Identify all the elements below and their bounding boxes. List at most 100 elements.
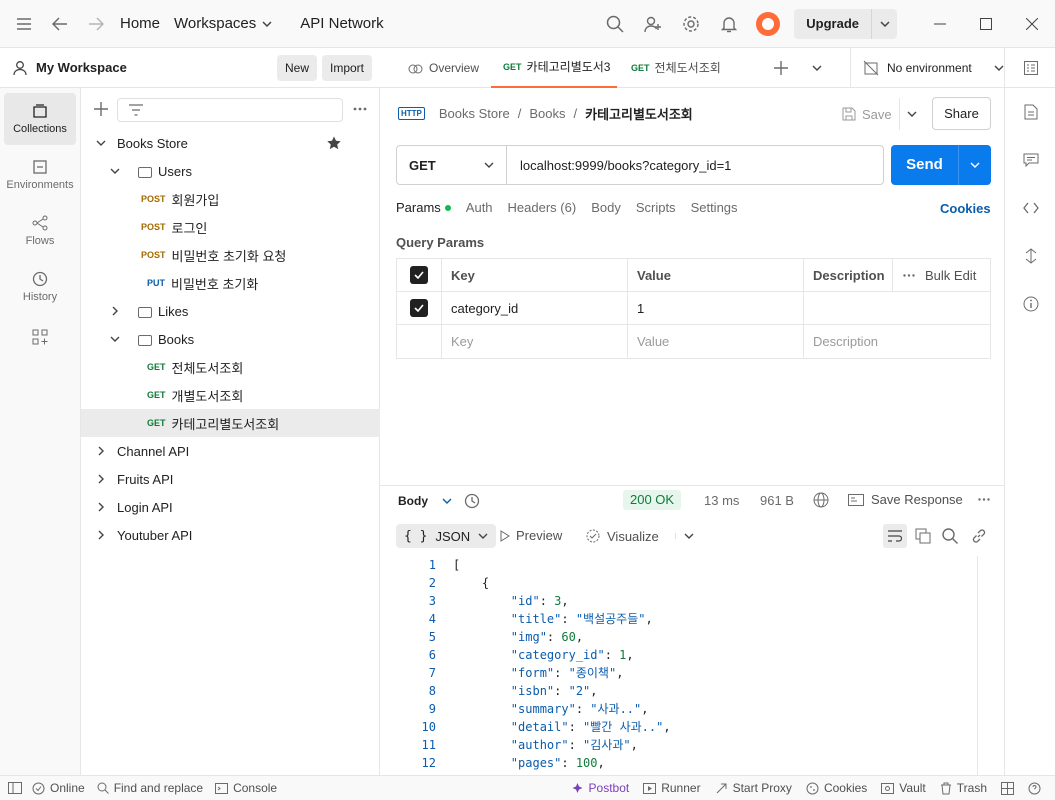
tab-overview[interactable]: Overview [380, 48, 491, 88]
new-tab-plus-icon[interactable] [774, 61, 788, 75]
online-status[interactable]: Online [32, 781, 85, 795]
notifications-bell-icon[interactable] [710, 0, 748, 48]
format-select[interactable]: { } JSON [396, 524, 497, 548]
chevron-right-icon[interactable] [94, 502, 108, 512]
avatar[interactable] [756, 12, 781, 36]
url-input[interactable]: localhost:9999/books?category_id=1 [507, 158, 731, 173]
trash-button[interactable]: Trash [940, 781, 987, 795]
collection-item[interactable]: Fruits API [81, 465, 380, 493]
send-button[interactable]: Send [891, 145, 991, 185]
home-link[interactable]: Home [120, 15, 160, 32]
environment-selector[interactable]: No environment [850, 48, 1004, 88]
environment-quick-look-icon[interactable] [1005, 48, 1055, 88]
response-body-viewer[interactable]: 1 2 3 4 5 6 7 8 9 10 11 12 [ { "id": 3, … [380, 556, 992, 775]
help-icon[interactable] [1028, 782, 1041, 795]
rail-item-flows[interactable]: Flows [4, 205, 76, 257]
rail-item-environments[interactable]: Environments [4, 149, 76, 201]
chevron-down-icon[interactable] [94, 140, 108, 146]
search-icon[interactable] [596, 0, 634, 48]
visualize-button[interactable]: Visualize [585, 528, 694, 544]
vertical-scrollbar[interactable] [977, 556, 978, 775]
tab-body[interactable]: Body [591, 200, 621, 220]
request-item[interactable]: GET 전체도서조회 [81, 353, 380, 381]
response-body-selector[interactable]: Body [398, 493, 480, 509]
save-options-chevron-icon[interactable] [899, 98, 923, 130]
request-item[interactable]: POST 회원가입 [81, 185, 380, 213]
workspaces-menu[interactable]: Workspaces [174, 15, 272, 32]
response-time[interactable]: 13 ms [704, 493, 739, 508]
minimize-window-icon[interactable] [917, 0, 963, 48]
network-globe-icon[interactable] [813, 492, 829, 508]
tab-request-active[interactable]: GET 카테고리별도서3 [491, 48, 618, 88]
api-network-link[interactable]: API Network [300, 15, 383, 32]
param-key-cell[interactable]: category_id [442, 292, 628, 324]
preview-button[interactable]: Preview [500, 528, 562, 543]
start-proxy-button[interactable]: Start Proxy [715, 781, 792, 795]
runner-button[interactable]: Runner [643, 781, 701, 795]
collection-books-store[interactable]: Books Store [81, 129, 380, 157]
request-item[interactable]: PUT 비밀번호 초기화 [81, 269, 380, 297]
link-icon[interactable] [971, 528, 987, 544]
vault-button[interactable]: Vault [881, 781, 926, 795]
layout-grid-icon[interactable] [1001, 781, 1014, 795]
collection-item[interactable]: Youtuber API [81, 521, 380, 549]
request-item[interactable]: GET 개별도서조회 [81, 381, 380, 409]
search-icon[interactable] [942, 528, 958, 544]
chevron-right-icon[interactable] [94, 446, 108, 456]
save-button[interactable]: Save [842, 98, 892, 130]
maximize-window-icon[interactable] [963, 0, 1009, 48]
forward-arrow-icon[interactable] [78, 0, 114, 48]
row-checkbox[interactable] [397, 292, 442, 324]
request-item[interactable]: POST 로그인 [81, 213, 380, 241]
collection-item[interactable]: Login API [81, 493, 380, 521]
documentation-icon[interactable] [1005, 88, 1055, 136]
param-key-placeholder[interactable]: Key [442, 325, 628, 358]
folder-users[interactable]: Users [81, 157, 380, 185]
more-options-icon[interactable] [353, 107, 367, 111]
request-item[interactable]: POST 비밀번호 초기화 요청 [81, 241, 380, 269]
cookies-link[interactable]: Cookies [940, 201, 991, 216]
rail-item-history[interactable]: History [4, 261, 76, 313]
param-description-placeholder[interactable]: Description [804, 325, 990, 358]
code-icon[interactable] [1005, 184, 1055, 232]
star-icon[interactable] [327, 136, 341, 150]
param-value-placeholder[interactable]: Value [628, 325, 804, 358]
rail-item-configure[interactable] [4, 317, 76, 357]
param-value-cell[interactable]: 1 [628, 292, 804, 324]
comments-icon[interactable] [1005, 136, 1055, 184]
console-button[interactable]: Console [215, 781, 277, 795]
tab-list-chevron-icon[interactable] [812, 65, 822, 71]
status-badge[interactable]: 200 OK [623, 490, 682, 510]
breadcrumb-item[interactable]: Books [529, 106, 565, 121]
find-replace-button[interactable]: Find and replace [97, 781, 203, 795]
bulk-edit-button[interactable]: Bulk Edit [892, 259, 976, 291]
rail-item-collections[interactable]: Collections [4, 93, 76, 145]
response-history-icon[interactable] [464, 493, 480, 509]
chevron-down-icon[interactable] [108, 336, 122, 342]
new-button[interactable]: New [277, 55, 318, 81]
response-size[interactable]: 961 B [760, 493, 794, 508]
tab-scripts[interactable]: Scripts [636, 200, 676, 220]
copy-icon[interactable] [915, 528, 931, 544]
tab-params[interactable]: Params [396, 200, 451, 220]
postbot-button[interactable]: Postbot [571, 781, 629, 795]
send-options-chevron-icon[interactable] [958, 145, 991, 185]
breadcrumb-item[interactable]: Books Store [439, 106, 510, 121]
back-arrow-icon[interactable] [42, 0, 78, 48]
chevron-right-icon[interactable] [94, 474, 108, 484]
workspace-name[interactable]: My Workspace [36, 60, 127, 75]
collection-item[interactable]: Channel API [81, 437, 380, 465]
add-collection-icon[interactable] [94, 102, 108, 116]
chevron-down-icon[interactable] [108, 168, 122, 174]
related-collections-icon[interactable] [1005, 232, 1055, 280]
folder-likes[interactable]: Likes [81, 297, 380, 325]
settings-gear-icon[interactable] [672, 0, 710, 48]
chevron-down-icon[interactable] [674, 533, 694, 539]
upgrade-button[interactable]: Upgrade [794, 9, 897, 39]
select-all-checkbox[interactable] [397, 259, 442, 291]
wrap-lines-icon[interactable] [883, 524, 907, 548]
tab-auth[interactable]: Auth [466, 200, 493, 220]
hamburger-menu-icon[interactable] [6, 0, 42, 48]
param-description-cell[interactable] [804, 292, 990, 324]
chevron-down-icon[interactable] [871, 9, 897, 39]
